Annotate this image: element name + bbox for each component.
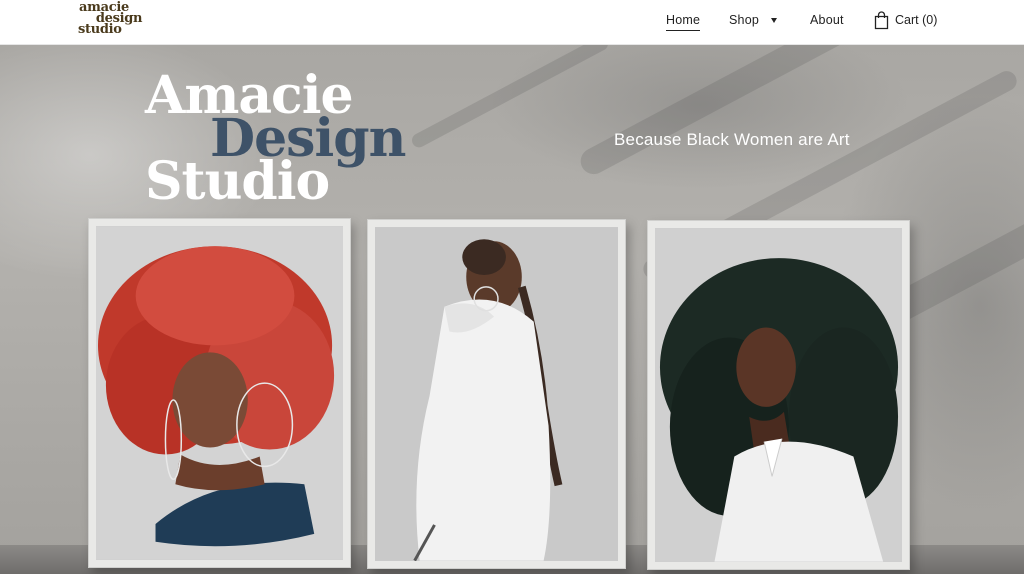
artwork-dark-hair-image: [655, 228, 902, 562]
hero-tagline: Because Black Women are Art: [614, 130, 850, 149]
site-header: amacie design studio Home Shop About Car…: [0, 0, 1024, 45]
artwork-white-hoodie: [375, 227, 618, 561]
hero-banner: Amacie Design Studio Because Black Women…: [0, 45, 1024, 574]
main-nav: Home Shop About Cart (0): [0, 0, 1024, 45]
nav-shop-link[interactable]: Shop: [729, 13, 777, 27]
nav-shop-label: Shop: [729, 13, 759, 27]
artwork-red-hair: [96, 226, 343, 560]
artwork-dark-hair: [655, 228, 902, 562]
nav-about-link[interactable]: About: [810, 13, 844, 27]
cart-label: Cart (0): [895, 13, 938, 27]
shopping-bag-icon: [874, 11, 889, 30]
art-frame-dark-hair[interactable]: [647, 220, 910, 570]
artwork-white-hoodie-image: [375, 227, 618, 561]
caret-down-icon: [771, 18, 777, 23]
art-frame-white-hoodie[interactable]: [367, 219, 626, 569]
artwork-red-hair-image: [96, 226, 343, 560]
nav-home-link[interactable]: Home: [666, 13, 701, 31]
hero-title: Amacie Design Studio: [145, 70, 445, 220]
hero-title-line-3: Studio: [145, 151, 330, 212]
art-frame-red-hair[interactable]: [88, 218, 351, 568]
